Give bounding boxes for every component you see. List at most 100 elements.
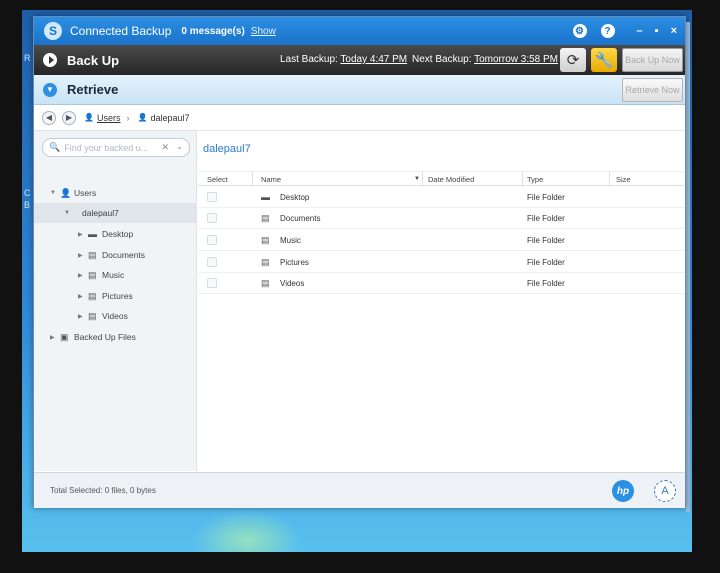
table-row[interactable]: ▤ Pictures File Folder (198, 252, 685, 273)
column-divider[interactable] (252, 172, 253, 187)
next-backup-value[interactable]: Tomorrow 3:58 PM (474, 54, 558, 65)
tree-item-label: Users (74, 188, 97, 198)
hp-logo-icon: hp (612, 480, 634, 502)
clear-search-icon[interactable]: ✕ (161, 142, 169, 153)
help-icon[interactable]: ? (600, 24, 615, 38)
expand-arrow-icon[interactable]: ▶ (78, 272, 88, 279)
status-footer: Total Selected: 0 files, 0 bytes hp A (34, 472, 685, 508)
folder-icon: ▬ (88, 229, 97, 239)
tree-item-label: dalepaul7 (82, 208, 119, 218)
column-select[interactable]: Select (207, 175, 228, 184)
breadcrumb-current: 👤 dalepaul7 (137, 113, 189, 123)
backup-section-header[interactable]: Back Up Last Backup: Today 4:47 PM Next … (34, 45, 685, 75)
row-type: File Folder (527, 258, 565, 267)
column-name[interactable]: Name (261, 175, 281, 184)
autonomy-logo-icon: A (654, 480, 676, 502)
library-folder-icon: ▤ (261, 213, 270, 223)
strip-letter: B (24, 200, 31, 210)
wrench-icon[interactable]: 🔧 (591, 48, 617, 72)
row-type: File Folder (527, 214, 565, 223)
sort-arrow-icon: ▼ (414, 176, 420, 182)
search-dropdown-icon[interactable]: ⌄ (176, 142, 183, 151)
tree-item-backed-up-files[interactable]: ▶ ▣ Backed Up Files (50, 327, 136, 347)
breadcrumb: ◀ ▶ 👤 Users › 👤 dalepaul7 (34, 105, 685, 131)
search-input[interactable]: 🔍 Find your backed u... ✕ ⌄ (42, 138, 190, 157)
tree-item-dalepaul7[interactable]: ▼ dalepaul7 (34, 203, 196, 223)
table-row[interactable]: ▤ Music File Folder (198, 230, 685, 251)
row-name: Music (280, 236, 301, 245)
column-type[interactable]: Type (527, 175, 543, 184)
backup-title: Back Up (67, 52, 120, 68)
back-arrow-icon[interactable]: ◀ (42, 110, 56, 125)
user-icon: 👤 (84, 113, 94, 122)
strip-letter: C (24, 188, 31, 198)
expand-arrow-icon[interactable]: ▼ (50, 190, 60, 196)
expand-arrow-icon[interactable]: ▶ (50, 334, 60, 341)
row-name: Documents (280, 214, 321, 223)
row-checkbox[interactable] (207, 213, 217, 223)
maximize-button[interactable]: ▪ (655, 25, 659, 37)
minimize-button[interactable]: – (637, 25, 643, 37)
retrieve-now-button[interactable]: Retrieve Now (622, 78, 683, 102)
tree-item-label: Documents (102, 250, 145, 260)
show-messages-link[interactable]: Show (251, 26, 276, 37)
last-backup: Last Backup: Today 4:47 PM (280, 54, 407, 65)
row-checkbox[interactable] (207, 257, 217, 267)
breadcrumb-users-label[interactable]: Users (97, 113, 121, 123)
row-checkbox[interactable] (207, 278, 217, 288)
search-placeholder: Find your backed u... (64, 142, 149, 153)
expand-arrow-icon[interactable]: ▶ (78, 252, 88, 259)
column-divider[interactable] (609, 172, 610, 187)
column-divider[interactable] (522, 172, 523, 187)
table-row[interactable]: ▤ Documents File Folder (198, 208, 685, 229)
column-date-modified[interactable]: Date Modified (428, 175, 474, 184)
connected-backup-window: S Connected Backup 0 message(s) Show ⚙ ?… (33, 16, 686, 508)
folder-icon: ▬ (261, 192, 270, 202)
table-row[interactable]: ▤ Videos File Folder (198, 273, 685, 294)
library-folder-icon: ▤ (88, 269, 97, 280)
tree-item-users[interactable]: ▼ 👤 Users (50, 183, 196, 203)
expand-arrow-icon[interactable]: ▼ (64, 210, 74, 216)
library-folder-icon: ▤ (261, 235, 270, 245)
column-size[interactable]: Size (616, 175, 631, 184)
row-type: File Folder (527, 279, 565, 288)
row-checkbox[interactable] (207, 192, 217, 202)
search-icon: 🔍 (49, 142, 61, 152)
messages-count: 0 message(s) (181, 25, 245, 37)
forward-arrow-icon[interactable]: ▶ (62, 110, 76, 125)
library-folder-icon: ▤ (261, 257, 270, 267)
tree-item-music[interactable]: ▶ ▤ Music (78, 265, 124, 285)
app-logo-icon: S (44, 22, 62, 40)
breadcrumb-current-label: dalepaul7 (150, 112, 190, 123)
column-divider[interactable] (422, 172, 423, 187)
row-name: Pictures (280, 258, 309, 267)
app-title: Connected Backup (70, 24, 172, 38)
row-name: Videos (280, 279, 305, 288)
library-folder-icon: ▤ (261, 278, 270, 288)
library-folder-icon: ▤ (88, 310, 97, 321)
tree-item-desktop[interactable]: ▶ ▬ Desktop (78, 224, 133, 244)
tree-item-videos[interactable]: ▶ ▤ Videos (78, 306, 128, 326)
back-up-now-button[interactable]: Back Up Now (622, 48, 683, 72)
retrieve-section-header[interactable]: ▼ Retrieve Retrieve Now (34, 75, 685, 105)
user-icon: 👤 (137, 113, 148, 122)
desktop-glow (192, 510, 302, 552)
last-backup-value[interactable]: Today 4:47 PM (340, 54, 407, 65)
breadcrumb-users[interactable]: 👤 Users (84, 113, 120, 123)
strip-letter: R (24, 53, 31, 63)
expand-arrow-icon[interactable]: ▶ (78, 293, 88, 300)
sync-icon[interactable]: ⟳ (560, 48, 586, 72)
expand-arrow-icon[interactable]: ▶ (78, 231, 88, 238)
last-backup-label: Last Backup: (280, 54, 338, 65)
tree-item-documents[interactable]: ▶ ▤ Documents (78, 245, 145, 265)
table-row[interactable]: ▬ Desktop File Folder (198, 187, 685, 208)
folder-title: dalepaul7 (203, 143, 251, 155)
close-button[interactable]: × (671, 25, 677, 37)
desktop-left-strip: R C B (22, 48, 33, 408)
expand-arrow-icon[interactable]: ▶ (78, 313, 88, 320)
row-checkbox[interactable] (207, 235, 217, 245)
tree-item-label: Music (102, 270, 125, 280)
gear-icon[interactable]: ⚙ (572, 24, 587, 38)
tree-item-label: Pictures (102, 291, 133, 301)
tree-item-pictures[interactable]: ▶ ▤ Pictures (78, 286, 133, 306)
